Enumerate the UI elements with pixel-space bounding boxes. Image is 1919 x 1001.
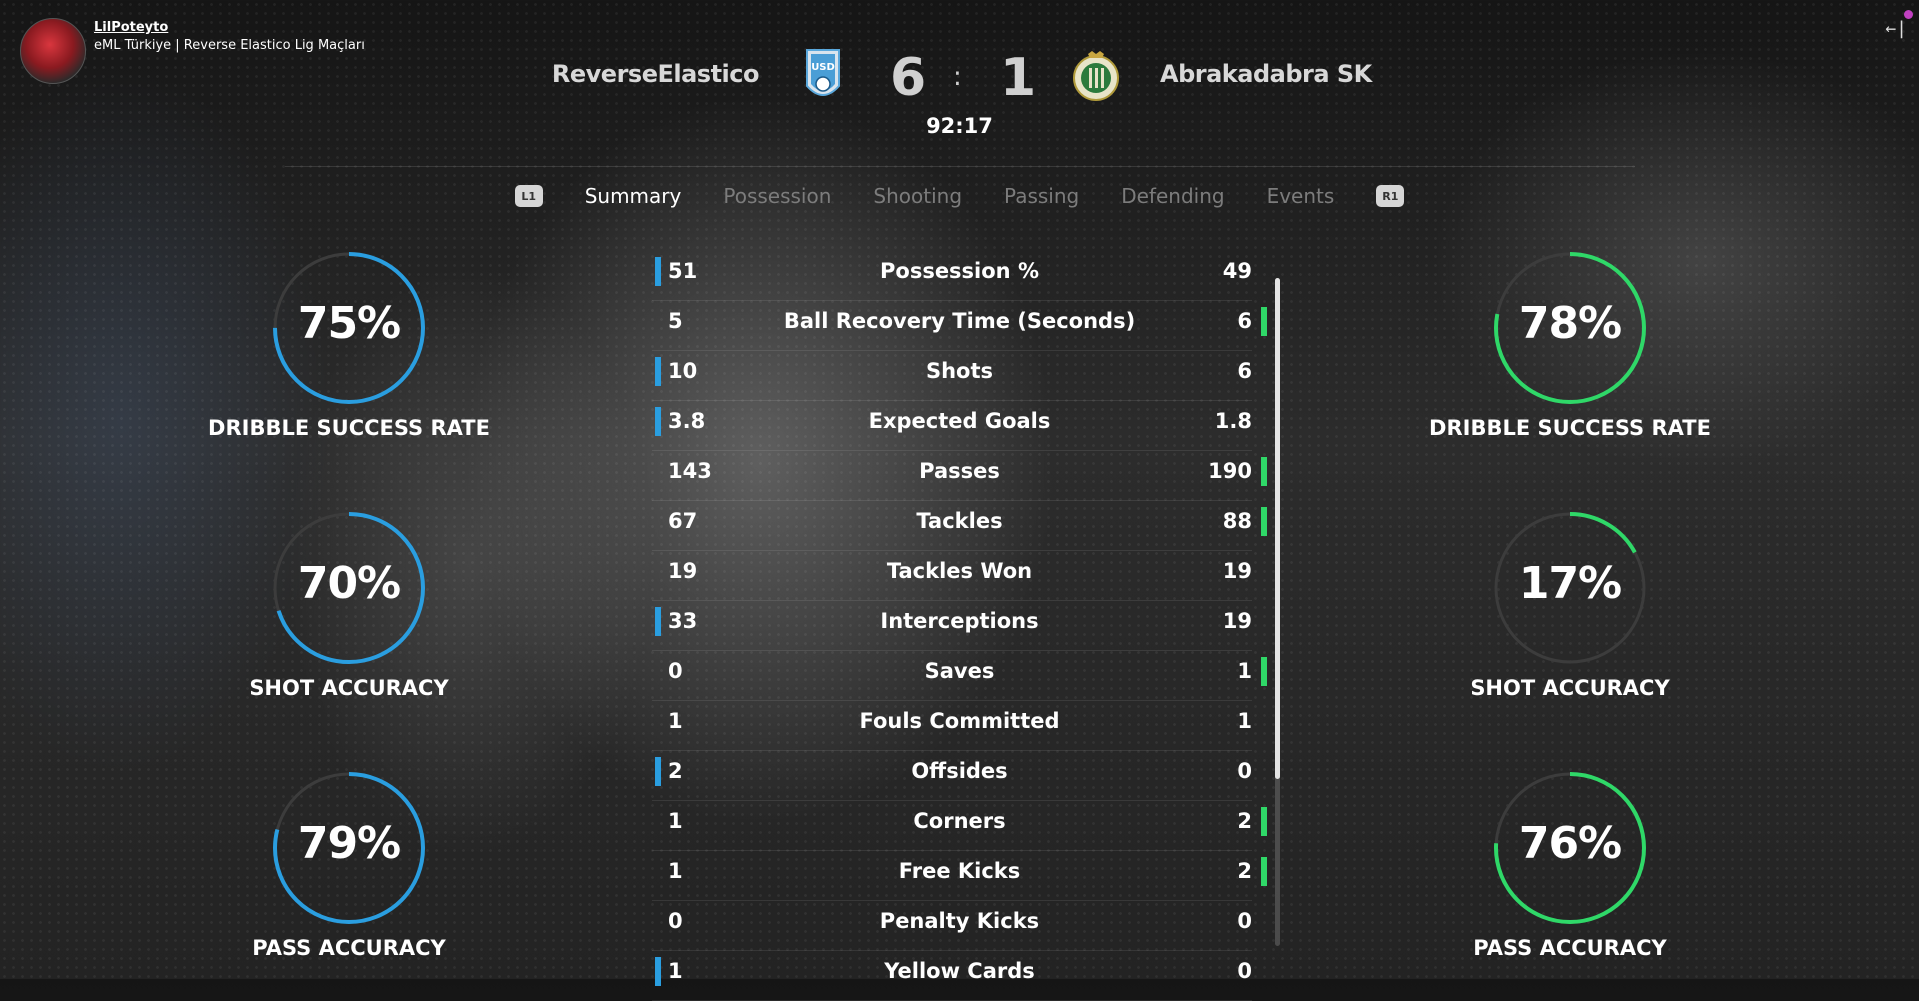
stat-row: 1 Yellow Cards 0	[652, 951, 1252, 1001]
stat-label: Interceptions	[880, 609, 1039, 633]
exit-icon[interactable]: ←|	[1885, 10, 1913, 39]
stat-row: 51 Possession % 49	[652, 251, 1252, 301]
gauge-label: PASS ACCURACY	[252, 936, 446, 960]
scoreboard: ReverseElastico USD 6 : 1 Abrakadabra SK…	[0, 40, 1919, 167]
stat-row: 5 Ball Recovery Time (Seconds) 6	[652, 301, 1267, 351]
tab-possession[interactable]: Possession	[723, 184, 831, 208]
stat-row: 1 Fouls Committed 1	[652, 701, 1252, 751]
stat-row: 33 Interceptions 19	[652, 601, 1252, 651]
tab-defending[interactable]: Defending	[1121, 184, 1224, 208]
gauge-label: PASS ACCURACY	[1473, 936, 1667, 960]
gauge-label: SHOT ACCURACY	[1470, 676, 1670, 700]
match-clock: 92:17	[926, 114, 993, 138]
away-stat-value: 1.8	[1214, 409, 1252, 433]
gauge-label: DRIBBLE SUCCESS RATE	[208, 416, 490, 440]
stat-label: Yellow Cards	[884, 959, 1035, 983]
stat-row: 0 Penalty Kicks 0	[652, 901, 1252, 951]
away-leader-bar	[1261, 857, 1267, 886]
home-score: 6	[890, 48, 927, 108]
away-stat-value: 49	[1222, 259, 1252, 283]
away-leader-bar	[1261, 307, 1267, 336]
away-stat-value: 0	[1237, 759, 1252, 783]
away-score: 1	[1000, 48, 1037, 108]
stat-row: 0 Saves 1	[652, 651, 1267, 701]
gauge-label: SHOT ACCURACY	[249, 676, 449, 700]
score-separator: :	[953, 62, 962, 92]
away-leader-bar	[1261, 457, 1267, 486]
stat-label: Offsides	[911, 759, 1008, 783]
stat-row: 19 Tackles Won 19	[652, 551, 1252, 601]
home-pass-accuracy-gauge: 79% PASS ACCURACY	[199, 768, 499, 988]
stat-row: 2 Offsides 0	[652, 751, 1252, 801]
away-stat-value: 1	[1237, 659, 1252, 683]
stats-scrollbar-thumb[interactable]	[1275, 278, 1280, 779]
home-crest-text: USD	[811, 62, 835, 73]
tab-events[interactable]: Events	[1267, 184, 1335, 208]
stat-row: 1 Corners 2	[652, 801, 1267, 851]
tab-summary[interactable]: Summary	[585, 184, 682, 208]
away-stat-value: 6	[1237, 309, 1252, 333]
away-stat-value: 190	[1208, 459, 1252, 483]
away-stat-value: 88	[1222, 509, 1252, 533]
stat-row: 1 Free Kicks 2	[652, 851, 1267, 901]
away-stat-value: 2	[1237, 859, 1252, 883]
stat-label: Penalty Kicks	[879, 909, 1040, 933]
away-stat-value: 6	[1237, 359, 1252, 383]
home-shot-accuracy-gauge: 70% SHOT ACCURACY	[199, 508, 499, 728]
away-stat-value: 1	[1237, 709, 1252, 733]
stat-row: 143 Passes 190	[652, 451, 1267, 501]
away-leader-bar	[1261, 657, 1267, 686]
stat-label: Ball Recovery Time (Seconds)	[783, 309, 1136, 333]
away-stat-value: 0	[1237, 909, 1252, 933]
home-dribble-gauge: 75% DRIBBLE SUCCESS RATE	[199, 248, 499, 468]
exit-glyph: ←|	[1885, 18, 1907, 39]
stat-label: Saves	[924, 659, 995, 683]
gauge-percent: 76%	[1518, 818, 1622, 869]
away-leader-bar	[1261, 507, 1267, 536]
stats-table: 51 Possession % 49 5 Ball Recovery Time (Sec…	[652, 251, 1267, 1001]
away-dribble-gauge: 78% DRIBBLE SUCCESS RATE	[1420, 248, 1720, 468]
away-stat-value: 0	[1237, 959, 1252, 983]
stat-label: Expected Goals	[868, 409, 1051, 433]
stat-label: Tackles	[916, 509, 1003, 533]
gauge-percent: 70%	[297, 558, 401, 609]
tab-shooting[interactable]: Shooting	[873, 184, 962, 208]
stat-label: Passes	[919, 459, 1000, 483]
stat-label: Shots	[925, 359, 994, 383]
stat-row: 67 Tackles 88	[652, 501, 1267, 551]
r1-next-tab-button[interactable]: R1	[1376, 185, 1405, 207]
away-pass-accuracy-gauge: 76% PASS ACCURACY	[1420, 768, 1720, 988]
away-team-name: Abrakadabra SK	[1160, 60, 1372, 88]
stats-scrollbar[interactable]	[1275, 278, 1280, 946]
stat-label: Free Kicks	[898, 859, 1021, 883]
home-crest-icon: USD	[806, 49, 840, 96]
stat-row: 10 Shots 6	[652, 351, 1252, 401]
gauge-percent: 78%	[1518, 298, 1622, 349]
header-divider	[285, 166, 1635, 167]
notification-dot	[1904, 10, 1913, 19]
stat-label: Fouls Committed	[859, 709, 1060, 733]
away-crest-icon	[1073, 51, 1119, 101]
streamer-name[interactable]: LilPoteyto	[94, 20, 365, 35]
away-stat-value: 2	[1237, 809, 1252, 833]
gauge-percent: 75%	[297, 298, 401, 349]
away-stat-value: 19	[1222, 609, 1252, 633]
stat-label: Tackles Won	[886, 559, 1033, 583]
stat-label: Possession %	[880, 259, 1039, 283]
home-team-name: ReverseElastico	[551, 60, 760, 88]
gauge-percent: 79%	[297, 818, 401, 869]
away-shot-accuracy-gauge: 17% SHOT ACCURACY	[1420, 508, 1720, 728]
gauge-percent: 17%	[1518, 558, 1622, 609]
stat-label: Corners	[913, 809, 1006, 833]
tab-passing[interactable]: Passing	[1004, 184, 1079, 208]
l1-prev-tab-button[interactable]: L1	[514, 185, 543, 207]
gauge-label: DRIBBLE SUCCESS RATE	[1429, 416, 1711, 440]
away-stat-value: 19	[1222, 559, 1252, 583]
stats-tab-bar: L1 Summary Possession Shooting Passing D…	[0, 184, 1919, 208]
away-leader-bar	[1261, 807, 1267, 836]
stat-row: 3.8 Expected Goals 1.8	[652, 401, 1252, 451]
